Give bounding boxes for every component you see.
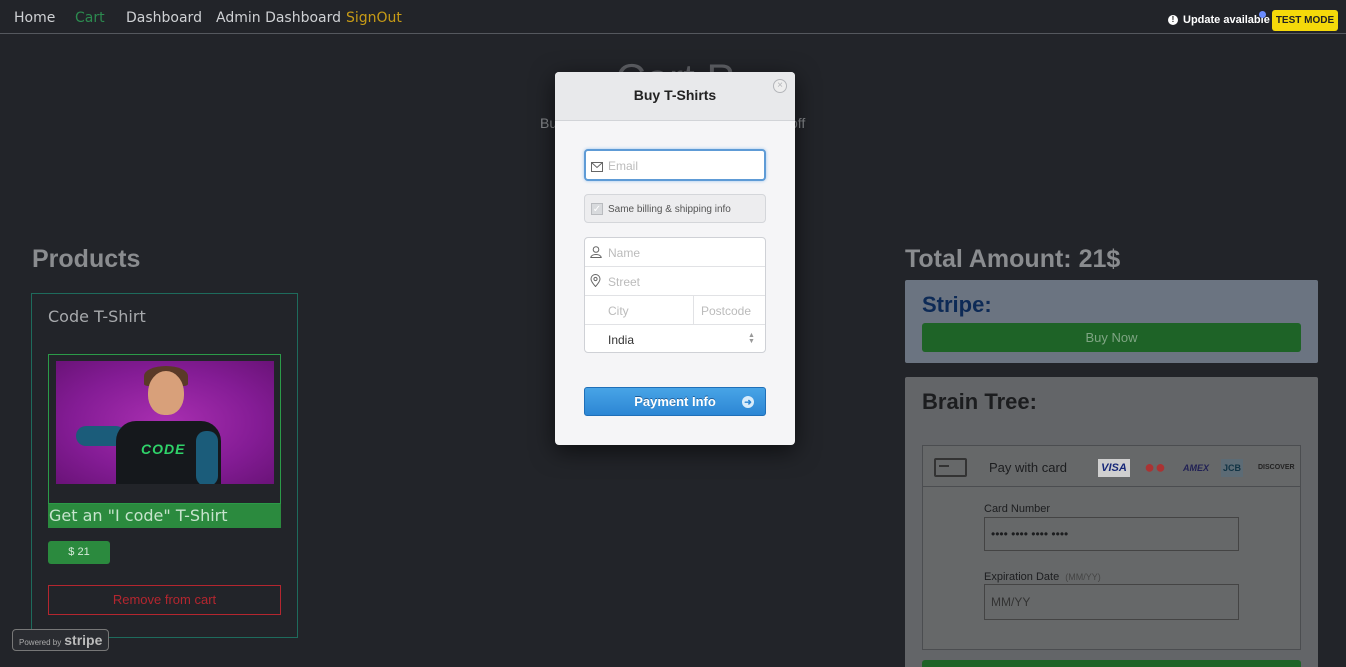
street-row [585,267,765,296]
image-sleeve-right [196,431,218,484]
street-input[interactable] [608,273,758,290]
jcb-icon: JCB [1221,459,1243,477]
country-value: India [608,333,635,347]
products-heading: Products [32,245,141,273]
name-input[interactable] [608,244,758,261]
mastercard-icon: ●● [1144,457,1166,477]
expiration-label: Expiration Date (MM/YY) [984,571,1101,583]
email-input[interactable] [608,156,758,176]
update-label: Update available [1183,14,1270,26]
card-form-header: Pay with card VISA ●● AMEX JCB DISCOVER [923,446,1300,487]
braintree-submit-button[interactable] [922,660,1301,667]
city-input[interactable] [608,302,688,319]
stripe-wordmark: stripe [64,632,103,648]
stripe-label: Stripe: [922,292,992,317]
payment-info-button[interactable]: Payment Info ➜ [584,387,766,416]
powered-by-prefix: Powered by [19,638,62,647]
powered-by-stripe-badge[interactable]: Powered by stripe [12,629,109,651]
total-amount: Total Amount: 21$ [905,245,1121,273]
braintree-panel: Brain Tree: Pay with card VISA ●● AMEX J… [905,377,1318,667]
address-fields: India ▲▼ [584,237,766,353]
nav-admin-dashboard[interactable]: Admin Dashboard [216,10,341,26]
close-icon[interactable]: × [773,79,787,93]
checkout-modal: Buy T-Shirts × ✓ Same billing & shipping… [555,72,795,445]
image-head [148,371,184,415]
update-available-notice[interactable]: ! Update available [1168,14,1270,26]
buy-now-button[interactable]: Buy Now [922,323,1301,352]
stripe-panel: Stripe: Buy Now [905,280,1318,363]
top-nav: Home Cart Dashboard Admin Dashboard Sign… [0,0,1346,34]
envelope-icon [591,159,603,177]
credit-card-icon [934,458,967,477]
select-arrows-icon: ▲ ▼ [748,332,755,345]
same-billing-checkbox[interactable]: ✓ [591,203,603,215]
visa-icon: VISA [1098,459,1130,477]
same-billing-toggle[interactable]: ✓ Same billing & shipping info [584,194,766,223]
nav-signout[interactable]: SignOut [346,10,402,26]
braintree-label: Brain Tree: [922,389,1037,414]
city-postcode-divider [693,296,694,325]
expiration-field[interactable]: MM/YY [984,584,1239,620]
pay-with-card-label: Pay with card [989,460,1068,475]
remove-from-cart-button[interactable]: Remove from cart [48,585,281,615]
nav-dashboard[interactable]: Dashboard [126,10,202,26]
product-card: Code T-Shirt CODE Get an "I code" T-Shir… [31,293,298,638]
expiration-hint: (MM/YY) [1065,572,1101,582]
product-image-frame: CODE [48,354,281,504]
email-field[interactable] [584,149,766,181]
city-postcode-row [585,296,765,325]
nav-home[interactable]: Home [14,10,55,26]
card-form: Pay with card VISA ●● AMEX JCB DISCOVER … [922,445,1301,650]
location-pin-icon [590,274,601,292]
notification-dot [1259,11,1266,18]
person-icon [590,245,602,263]
modal-header: Buy T-Shirts × [555,72,795,121]
name-row [585,238,765,267]
shirt-print: CODE [141,441,186,457]
modal-title: Buy T-Shirts [633,87,717,103]
expiration-label-text: Expiration Date [984,571,1060,583]
discover-icon: DISCOVER [1258,464,1295,471]
test-mode-badge: TEST MODE [1272,10,1338,31]
product-title: Code T-Shirt [48,307,146,326]
payment-info-label: Payment Info [634,394,716,409]
card-number-field[interactable]: •••• •••• •••• •••• [984,517,1239,551]
price-badge: $ 21 [48,541,110,564]
postcode-input[interactable] [701,302,761,319]
product-description: Get an "I code" T-Shirt [48,504,281,528]
country-select[interactable]: India ▲ ▼ [585,325,765,354]
info-icon: ! [1168,15,1178,25]
amex-icon: AMEX [1182,463,1209,473]
same-billing-label: Same billing & shipping info [608,204,731,215]
arrow-right-icon: ➜ [742,396,754,408]
card-number-label: Card Number [984,503,1051,515]
product-image: CODE [56,361,274,484]
nav-cart[interactable]: Cart [75,10,105,26]
